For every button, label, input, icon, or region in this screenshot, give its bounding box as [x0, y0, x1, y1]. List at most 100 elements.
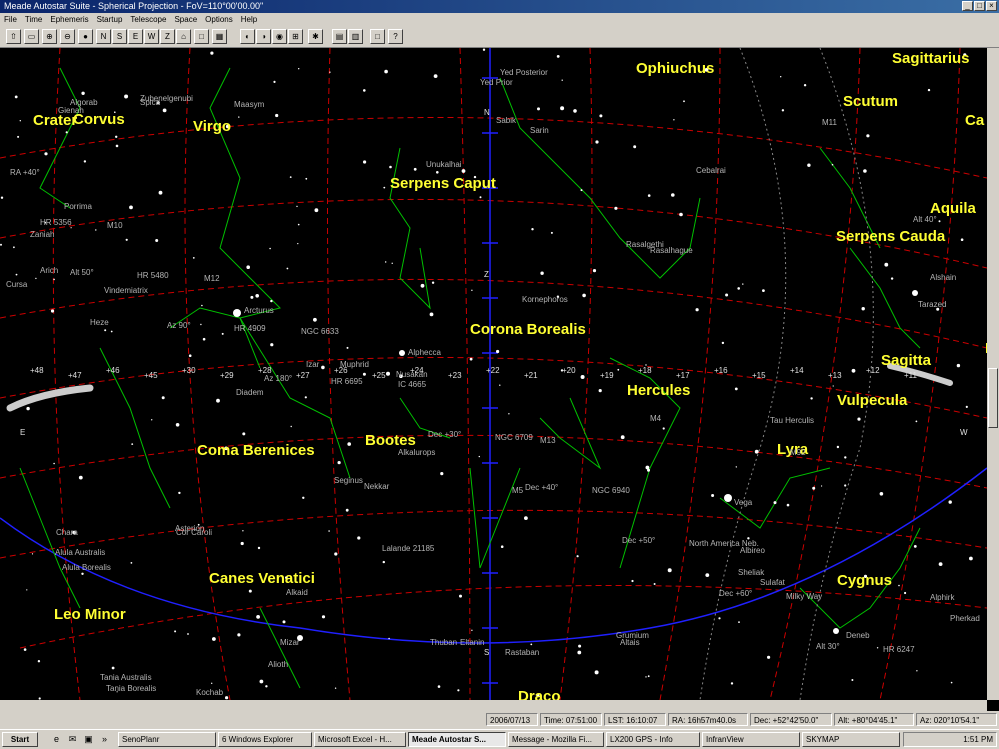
chart-annotation: Milky Way: [786, 592, 823, 601]
task-windows-explorer[interactable]: 6 Windows Explorer: [218, 732, 312, 747]
star-dot: [337, 461, 341, 465]
toolbar-button-4[interactable]: ⊖: [60, 29, 75, 44]
star-dot: [413, 167, 417, 171]
toolbar-button-17[interactable]: ⊞: [288, 29, 303, 44]
ra-tick-label: +19: [600, 371, 614, 380]
star-dot: [129, 205, 133, 210]
ie-icon[interactable]: e: [50, 733, 63, 746]
star-dot: [576, 555, 579, 558]
toolbar-button-13[interactable]: ▦: [212, 29, 227, 44]
vertical-scrollbar[interactable]: [987, 48, 999, 700]
star-dot: [35, 277, 37, 280]
start-button[interactable]: Start: [2, 732, 38, 747]
task-excel[interactable]: Microsoft Excel - H...: [314, 732, 406, 747]
constellation-line-15: [259, 607, 301, 689]
star-dot: [705, 573, 710, 577]
sky-chart[interactable]: Ophiuchus Sagittarius Scutum Crater Corvus Vi…: [0, 48, 987, 700]
toolbar-button-21[interactable]: □: [370, 29, 385, 44]
ra-tick-label: +21: [524, 371, 538, 380]
menu-space[interactable]: Space: [170, 13, 201, 26]
task-mozilla[interactable]: Message - Mozilla Fi...: [508, 732, 604, 747]
toolbar-button-12[interactable]: □: [194, 29, 209, 44]
outlook-icon[interactable]: ✉: [66, 733, 79, 746]
star-label: Seginus: [334, 476, 363, 485]
star-dot: [53, 278, 55, 281]
star-dot: [125, 238, 128, 241]
toolbar-button-5[interactable]: ●: [78, 29, 93, 44]
task-meade-autostar[interactable]: Meade Autostar S...: [408, 732, 506, 747]
close-button[interactable]: ×: [986, 1, 997, 11]
toolbar-button-16[interactable]: ◉: [272, 29, 287, 44]
constellation-label: Serpens Cauda: [836, 228, 946, 245]
chart-annotation: Dec +30°: [428, 430, 462, 439]
star-label: Diadem: [236, 388, 264, 397]
menu-startup[interactable]: Startup: [93, 13, 127, 26]
minimize-button[interactable]: _: [962, 1, 973, 11]
toolbar-button-9[interactable]: W: [144, 29, 159, 44]
star-dot: [250, 295, 254, 299]
star-dot: [345, 508, 349, 512]
star-dot: [594, 670, 599, 675]
desktop-icon[interactable]: ▣: [82, 733, 95, 746]
star-dot: [384, 69, 388, 74]
menu-telescope[interactable]: Telescope: [126, 13, 170, 26]
menu-help[interactable]: Help: [237, 13, 261, 26]
ra-tick-label: +25: [372, 371, 386, 380]
toolbar-button-1[interactable]: ⇧: [6, 29, 21, 44]
toolbar-button-6[interactable]: N: [96, 29, 111, 44]
star-dot: [259, 679, 264, 684]
toolbar-button-14[interactable]: ◐: [240, 29, 255, 44]
menu-ephemeris[interactable]: Ephemeris: [46, 13, 92, 26]
maximize-button[interactable]: □: [974, 1, 985, 11]
star-dot: [290, 425, 292, 428]
star-dot: [836, 445, 840, 449]
task-senoplanr[interactable]: SenoPlanr: [118, 732, 216, 747]
toolbar-button-2[interactable]: ▭: [24, 29, 39, 44]
star-label: Yed Prior: [480, 78, 513, 87]
toolbar-button-10[interactable]: Z: [160, 29, 175, 44]
menu-file[interactable]: File: [0, 13, 21, 26]
star-dot: [561, 79, 563, 81]
menu-time[interactable]: Time: [21, 13, 46, 26]
star-dot: [302, 496, 305, 499]
toolbar-button-15[interactable]: ◑: [256, 29, 271, 44]
toolbar-button-20[interactable]: ▥: [348, 29, 363, 44]
system-tray: 1:51 PM: [903, 732, 997, 747]
task-skymap[interactable]: SKYMAP: [802, 732, 900, 747]
menu-options[interactable]: Options: [201, 13, 237, 26]
toolbar-button-22[interactable]: ?: [388, 29, 403, 44]
task-lx200[interactable]: LX200 GPS - Info: [606, 732, 700, 747]
star-dot: [257, 546, 261, 550]
toolbar-button-3[interactable]: ⊕: [42, 29, 57, 44]
task-irfanview[interactable]: InfranView: [702, 732, 800, 747]
star-dot: [329, 71, 331, 73]
star-dot: [242, 432, 246, 436]
toolbar-button-18[interactable]: ✱: [308, 29, 323, 44]
star-dot: [614, 206, 618, 210]
status-az: Az: 020°10'54.1": [916, 713, 997, 726]
toolbar-button-7[interactable]: S: [112, 29, 127, 44]
constellation-label: Cygnus: [837, 572, 893, 589]
toolbar-button-19[interactable]: ▤: [332, 29, 347, 44]
star-dot: [265, 685, 268, 688]
status-alt: Alt: +80°04'45.1": [834, 713, 914, 726]
star-dot: [240, 541, 244, 546]
star-dot: [0, 243, 2, 246]
ra-tick-label: +16: [714, 366, 728, 375]
horizontal-scrollbar[interactable]: [0, 700, 987, 711]
star-dot: [508, 413, 510, 415]
toolbar-button-11[interactable]: ⌂: [176, 29, 191, 44]
star-dot: [305, 177, 308, 180]
toolbar-button-8[interactable]: E: [128, 29, 143, 44]
star-dot: [26, 589, 28, 591]
star-dot: [457, 689, 460, 692]
title-bar[interactable]: Meade Autostar Suite - Spherical Project…: [0, 0, 999, 13]
quicklaunch-more-icon[interactable]: »: [98, 733, 111, 746]
star-label: Tarazed: [918, 300, 947, 309]
chart-annotation: IC 4665: [398, 380, 427, 389]
star-label: Cebalrai: [696, 166, 726, 175]
star-dot: [645, 465, 650, 470]
scroll-thumb[interactable]: [988, 368, 998, 428]
star-dot: [653, 583, 656, 585]
star-label: Arich: [40, 266, 59, 275]
